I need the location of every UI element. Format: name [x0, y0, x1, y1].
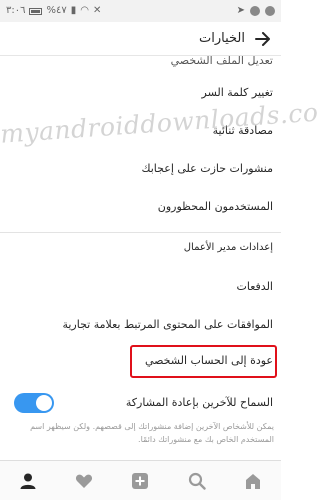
battery-percent: %٤٧: [46, 5, 67, 16]
menu-item-branded-content[interactable]: الموافقات على المحتوى المرتبط بعلامة تجا…: [0, 318, 281, 331]
settings-list: تعديل الملف الشخصي تغيير كلمة السر مصادق…: [0, 56, 281, 460]
menu-item-change-password[interactable]: تغيير كلمة السر: [0, 86, 281, 99]
menu-item-two-factor[interactable]: مصادقة ثنائية: [0, 124, 281, 137]
menu-item-switch-to-personal[interactable]: عودة إلى الحساب الشخصي: [0, 354, 281, 367]
sharing-toggle[interactable]: [14, 393, 54, 413]
app-notification-icon: [250, 6, 260, 16]
menu-item-payments[interactable]: الدفعات: [0, 280, 281, 293]
back-arrow-icon[interactable]: [253, 30, 271, 48]
app-notification-icon-2: [265, 6, 275, 16]
mute-icon: ✕: [93, 5, 102, 16]
wifi-icon: ◠: [80, 5, 89, 16]
time-text: ٣:٠٦: [6, 5, 26, 16]
battery-icon: [29, 7, 43, 15]
sharing-note: يمكن للأشخاص الآخرين إضافة منشوراتك إلى …: [30, 422, 274, 444]
signal-icon: ▮: [70, 5, 77, 16]
section-header-business: إعدادات مدير الأعمال: [183, 242, 273, 253]
toggle-knob: [36, 395, 52, 411]
add-icon[interactable]: [120, 461, 160, 500]
status-left: ٣:٠٦ %٤٧ ▮ ◠ ✕: [6, 6, 101, 16]
telegram-icon: ➤: [236, 5, 245, 16]
menu-item-blocked-users[interactable]: المستخدمون المحظورون: [0, 200, 281, 213]
status-right: ➤: [237, 6, 275, 16]
menu-item-liked-posts[interactable]: منشورات حازت على إعجابك: [0, 162, 281, 175]
search-icon[interactable]: [177, 461, 217, 500]
options-header: الخيارات: [0, 22, 281, 56]
menu-item-edit-profile[interactable]: تعديل الملف الشخصي: [0, 56, 281, 67]
section-divider: [0, 232, 281, 233]
page-title: الخيارات: [199, 31, 245, 46]
bottom-nav: [0, 460, 281, 500]
heart-icon[interactable]: [64, 461, 104, 500]
home-icon[interactable]: [233, 461, 273, 500]
profile-icon[interactable]: [8, 461, 48, 500]
status-bar: ٣:٠٦ %٤٧ ▮ ◠ ✕ ➤: [0, 0, 281, 22]
